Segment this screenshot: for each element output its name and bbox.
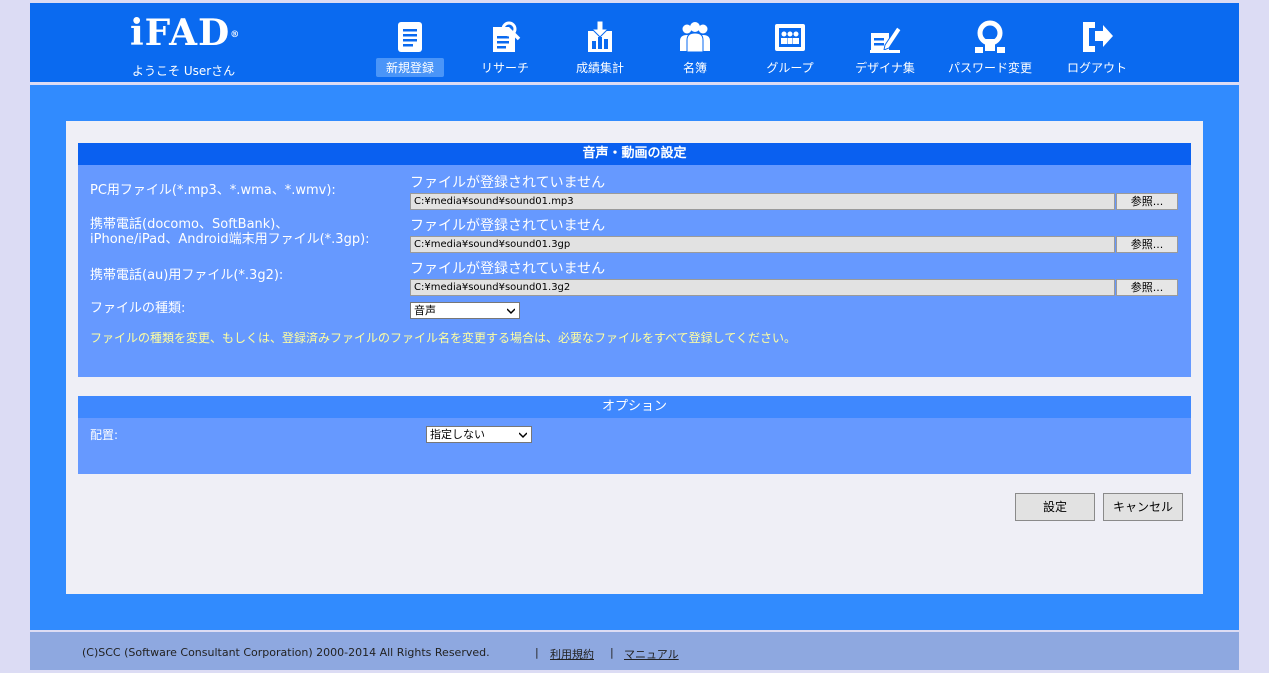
nav-label: 新規登録 xyxy=(376,58,444,77)
layout-label: 配置: xyxy=(90,428,119,442)
nav-grade-summary[interactable]: 成績集計 xyxy=(554,19,646,77)
mobile-file-browse-button[interactable]: 参照... xyxy=(1116,236,1178,253)
designer-pen-icon xyxy=(870,26,902,53)
welcome-text: ようこそ Userさん xyxy=(132,64,236,78)
notice-text: ファイルの種類を変更、もしくは、登録済みファイルのファイル名を変更する場合は、必… xyxy=(90,331,796,345)
mobile-file-path-input[interactable]: C:¥media¥sound¥sound01.3gp xyxy=(410,236,1115,253)
option-section: オプション 配置: 指定しない xyxy=(78,396,1191,474)
au-file-status: ファイルが登録されていません xyxy=(410,261,606,277)
nav-password-change[interactable]: パスワード変更 xyxy=(944,19,1036,77)
footer-separator: | xyxy=(610,646,614,659)
pc-file-browse-button[interactable]: 参照... xyxy=(1116,193,1178,210)
nav-logout[interactable]: ログアウト xyxy=(1051,19,1143,77)
terms-link[interactable]: 利用規約 xyxy=(550,646,594,662)
layout-value: 指定しない xyxy=(430,428,485,441)
research-icon xyxy=(493,21,521,52)
file-type-label: ファイルの種類: xyxy=(90,301,186,316)
au-file-browse-button[interactable]: 参照... xyxy=(1116,279,1178,296)
section-title: オプション xyxy=(78,396,1191,418)
logout-icon xyxy=(1083,22,1113,52)
nav-designer[interactable]: デザイナ集 xyxy=(839,19,931,77)
layout-select[interactable]: 指定しない xyxy=(426,426,532,443)
mobile-file-label-line1: 携帯電話(docomo、SoftBank)、 xyxy=(90,217,289,232)
footer: (C)SCC (Software Consultant Corporation)… xyxy=(30,632,1239,670)
mobile-file-status: ファイルが登録されていません xyxy=(410,218,606,234)
manual-link[interactable]: マニュアル xyxy=(624,646,679,662)
logo: iFAD® xyxy=(130,12,241,54)
pc-file-status: ファイルが登録されていません xyxy=(410,175,606,191)
chevron-down-icon xyxy=(519,432,527,439)
nav-label: 成績集計 xyxy=(575,61,624,75)
group-icon xyxy=(775,24,805,51)
nav-research[interactable]: リサーチ xyxy=(459,19,551,77)
nav-label: 名簿 xyxy=(682,61,707,75)
people-icon xyxy=(680,22,710,53)
nav-group[interactable]: グループ xyxy=(744,19,836,77)
header: iFAD® ようこそ Userさん 新規登録 リサーチ 成績集計 名簿 グループ… xyxy=(30,3,1239,82)
file-type-value: 音声 xyxy=(414,304,436,317)
mobile-file-label-line2: iPhone/iPad、Android端末用ファイル(*.3gp): xyxy=(90,232,370,247)
content-band: 音声・動画の設定 PC用ファイル(*.mp3、*.wma、*.wmv): ファイ… xyxy=(30,85,1239,630)
save-button[interactable]: 設定 xyxy=(1015,493,1095,521)
content-panel: 音声・動画の設定 PC用ファイル(*.mp3、*.wma、*.wmv): ファイ… xyxy=(66,121,1203,594)
nav-new-register[interactable]: 新規登録 xyxy=(364,19,456,77)
document-icon xyxy=(398,22,422,52)
section-title: 音声・動画の設定 xyxy=(78,143,1191,165)
download-chart-icon xyxy=(588,20,612,52)
app-window: iFAD® ようこそ Userさん 新規登録 リサーチ 成績集計 名簿 グループ… xyxy=(30,3,1239,673)
password-icon xyxy=(975,20,1005,53)
nav-label: リサーチ xyxy=(480,61,529,75)
media-settings-section: 音声・動画の設定 PC用ファイル(*.mp3、*.wma、*.wmv): ファイ… xyxy=(78,143,1191,377)
nav-label: グループ xyxy=(766,61,814,75)
au-file-path-input[interactable]: C:¥media¥sound¥sound01.3g2 xyxy=(410,279,1115,296)
nav-label: パスワード変更 xyxy=(947,61,1032,75)
pc-file-label: PC用ファイル(*.mp3、*.wma、*.wmv): xyxy=(90,183,336,198)
nav-label: デザイナ集 xyxy=(855,61,915,75)
file-type-select[interactable]: 音声 xyxy=(410,302,520,319)
footer-separator: | xyxy=(535,646,539,659)
cancel-button[interactable]: キャンセル xyxy=(1103,493,1183,521)
nav-roster[interactable]: 名簿 xyxy=(649,19,741,77)
au-file-label: 携帯電話(au)用ファイル(*.3g2): xyxy=(90,268,284,283)
copyright-text: (C)SCC (Software Consultant Corporation)… xyxy=(82,646,490,659)
pc-file-path-input[interactable]: C:¥media¥sound¥sound01.mp3 xyxy=(410,193,1115,210)
nav-label: ログアウト xyxy=(1066,61,1127,75)
chevron-down-icon xyxy=(507,308,515,315)
